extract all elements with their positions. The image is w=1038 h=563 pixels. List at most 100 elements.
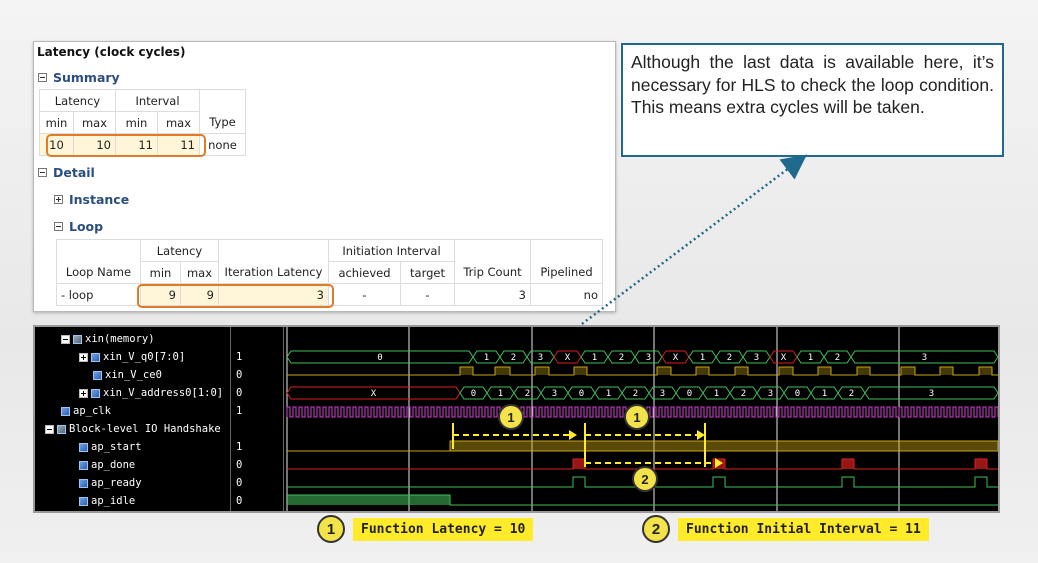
- loop-section-toggle[interactable]: Loop: [54, 219, 103, 234]
- latency-report-panel: Latency (clock cycles) Summary Latency I…: [33, 41, 616, 312]
- signal-xin-v-q0[interactable]: xin_V_q0[7:0]: [79, 348, 185, 366]
- q0-bus-value: 1: [808, 353, 813, 363]
- signal-xin-v-ce0[interactable]: xin_V_ce0: [93, 366, 162, 384]
- cell-achieved: -: [328, 283, 401, 306]
- address-bus-value: 2: [633, 389, 638, 399]
- legend-initial-interval: 2 Function Initial Interval = 11: [642, 515, 929, 543]
- bus-icon: [91, 388, 100, 398]
- signal-xin-v-address0[interactable]: xin_V_address0[1:0]: [79, 384, 223, 402]
- report-title: Latency (clock cycles): [37, 45, 186, 59]
- signal-ap-clk[interactable]: ap_clk: [61, 402, 111, 420]
- value-ce0: 0: [236, 369, 243, 381]
- marker-circle-2-label: 2: [641, 472, 648, 487]
- address-bus-value: 0: [579, 389, 584, 399]
- waveform-viewer: xin(memory) xin_V_q0[7:0] xin_V_ce0 xin_…: [33, 325, 1000, 513]
- cell-interval-max: 11: [157, 133, 200, 156]
- legend-number: 1: [317, 515, 345, 543]
- th-latency: Latency: [39, 89, 116, 112]
- th-trip-count: Trip Count: [454, 261, 531, 284]
- signal-value-pane: 1 0 0 1 1 0 0 0: [232, 327, 284, 511]
- detail-section-toggle[interactable]: Detail: [38, 165, 95, 180]
- signal-ap-idle[interactable]: ap_idle: [79, 492, 135, 510]
- address-bus-value: 2: [525, 389, 530, 399]
- address-bus-value: 0: [471, 389, 476, 399]
- expand-icon[interactable]: [79, 388, 88, 398]
- legend-number: 2: [642, 515, 670, 543]
- q0-bus-value: 3: [754, 353, 759, 363]
- legend-function-latency: 1 Function Latency = 10: [317, 515, 534, 543]
- collapse-icon[interactable]: [54, 222, 63, 231]
- value-ap-done: 0: [236, 459, 243, 471]
- value-ap-clk: 1: [236, 405, 243, 417]
- signal-ap-start[interactable]: ap_start: [79, 438, 142, 456]
- callout-box: Although the last data is available here…: [621, 43, 1004, 157]
- bus-icon: [91, 352, 100, 362]
- latency-arrow-head: [569, 430, 577, 440]
- collapse-icon[interactable]: [38, 73, 47, 82]
- group-block-level-io[interactable]: Block-level IO Handshake: [45, 420, 221, 438]
- cell-trip-count: 3: [454, 283, 531, 306]
- q0-bus-value: 1: [700, 353, 705, 363]
- marker-circle-1-label: 1: [507, 410, 514, 425]
- th-target: target: [400, 261, 455, 284]
- q0-bus-value: X: [673, 353, 679, 363]
- signal-ap-ready[interactable]: ap_ready: [79, 474, 142, 492]
- q0-bus-value: X: [565, 353, 571, 363]
- loop-label: Loop: [69, 219, 104, 234]
- group-icon: [57, 424, 66, 434]
- th-initiation-interval: Initiation Interval: [328, 239, 455, 262]
- q0-bus-value: 2: [511, 353, 516, 363]
- th-achieved: achieved: [328, 261, 401, 284]
- signal-icon: [61, 406, 70, 416]
- address-bus-value: 0: [795, 389, 800, 399]
- th-max: max: [157, 111, 200, 134]
- expand-icon[interactable]: [54, 195, 63, 204]
- q0-bus-value: 0: [377, 353, 382, 363]
- th-min: min: [115, 111, 158, 134]
- cell-pipelined: no: [530, 283, 603, 306]
- collapse-icon[interactable]: [38, 168, 47, 177]
- signal-ap-done[interactable]: ap_done: [79, 456, 135, 474]
- th-loop-name: Loop Name: [56, 261, 141, 284]
- collapse-icon[interactable]: [45, 424, 54, 434]
- address-bus-value: X: [371, 389, 377, 399]
- th-max: max: [180, 261, 219, 284]
- value-address0: 0: [236, 387, 243, 399]
- latency-arrow-head: [697, 430, 705, 440]
- cell-target: -: [400, 283, 455, 306]
- q0-bus-value: 2: [619, 353, 624, 363]
- address-bus-value: 3: [929, 389, 934, 399]
- ap-idle-fill: [287, 495, 450, 505]
- q0-bus-value: 3: [646, 353, 651, 363]
- cell-interval-min: 11: [115, 133, 158, 156]
- summary-section-toggle[interactable]: Summary: [38, 70, 120, 85]
- value-ap-start: 1: [236, 441, 243, 453]
- memory-icon: [73, 334, 82, 344]
- instance-label: Instance: [69, 192, 130, 207]
- address-bus-value: 0: [687, 389, 692, 399]
- ce0-trace: [287, 366, 998, 376]
- expand-icon[interactable]: [79, 352, 88, 362]
- address-bus-value: 1: [498, 389, 503, 399]
- cell-latency-max: 10: [73, 133, 116, 156]
- cell-loop-latency-max: 9: [180, 283, 219, 306]
- detail-label: Detail: [53, 165, 95, 180]
- collapse-icon[interactable]: [61, 334, 70, 344]
- th-iteration-latency: Iteration Latency: [218, 261, 329, 284]
- loop-table: Latency Initiation Interval Loop Name mi…: [56, 239, 603, 306]
- th-interval: Interval: [115, 89, 200, 112]
- cell-latency-min: 10: [39, 133, 74, 156]
- address-bus-value: 3: [660, 389, 665, 399]
- signal-xin-memory[interactable]: xin(memory): [61, 330, 155, 348]
- q0-bus-value: 3: [538, 353, 543, 363]
- address-bus-value: 1: [714, 389, 719, 399]
- waveform-canvas[interactable]: 0 1 2 3 X 1 2 3 X 1 2 3 X 1 2 3 X 0 1 2 3 0 1 2 3 0 1 2 3 0 1 2 3 1 1 2: [285, 327, 998, 511]
- legend-text: Function Latency = 10: [353, 517, 534, 541]
- q0-bus-value: X: [781, 353, 787, 363]
- summary-table: Latency Interval min max min max Type 10…: [39, 89, 246, 156]
- address-bus-value: 1: [606, 389, 611, 399]
- ap-start-trace: [287, 440, 998, 452]
- signal-icon: [79, 442, 88, 452]
- instance-section-toggle[interactable]: Instance: [54, 192, 129, 207]
- cell-iteration-latency: 3: [218, 283, 329, 306]
